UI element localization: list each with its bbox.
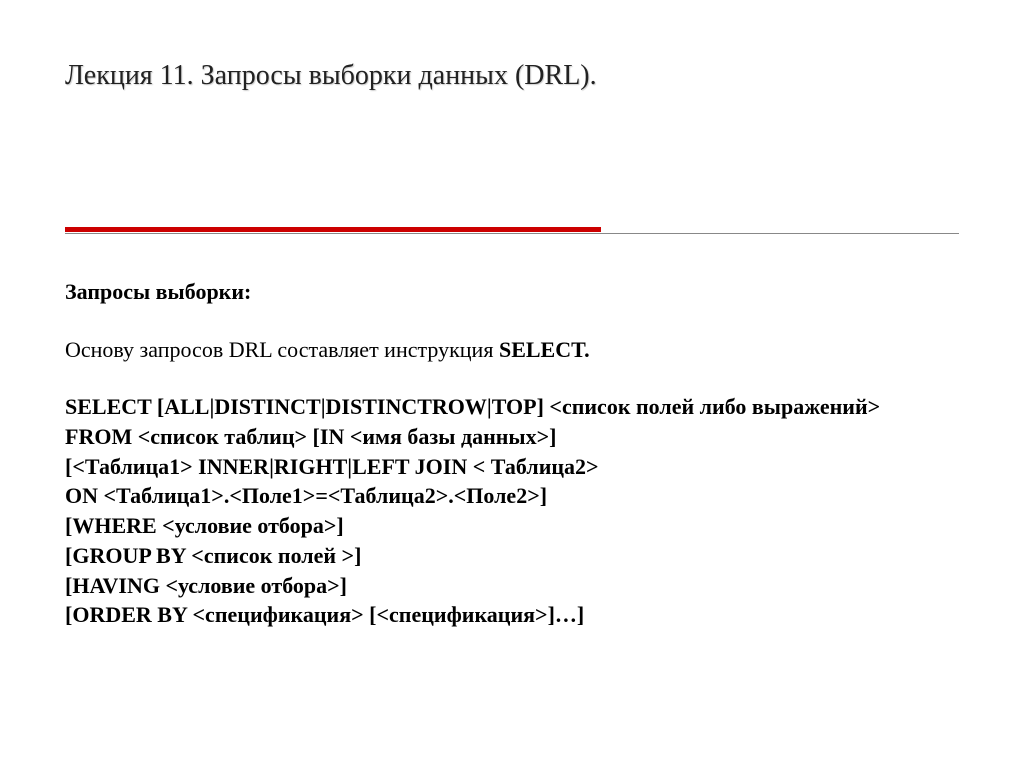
syntax-line-1: SELECT [ALL|DISTINCT|DISTINCTROW|TOP] <с… xyxy=(65,392,959,422)
intro-keyword: SELECT. xyxy=(499,337,590,362)
intro-line: Основу запросов DRL составляет инструкци… xyxy=(65,335,959,365)
content-body: Запросы выборки: Основу запросов DRL сос… xyxy=(65,277,959,630)
syntax-line-8: [ORDER BY <спецификация> [<спецификация>… xyxy=(65,600,959,630)
syntax-line-6: [GROUP BY <список полей >] xyxy=(65,541,959,571)
section-heading: Запросы выборки: xyxy=(65,277,959,307)
syntax-block: SELECT [ALL|DISTINCT|DISTINCTROW|TOP] <с… xyxy=(65,392,959,630)
divider xyxy=(65,227,959,237)
syntax-line-3: [<Таблица1> INNER|RIGHT|LEFT JOIN < Табл… xyxy=(65,452,959,482)
syntax-line-7: [HAVING <условие отбора>] xyxy=(65,571,959,601)
divider-thick xyxy=(65,227,601,232)
intro-text: Основу запросов DRL составляет инструкци… xyxy=(65,337,499,362)
syntax-line-2: FROM <список таблиц> [IN <имя базы данны… xyxy=(65,422,959,452)
slide-title: Лекция 11. Запросы выборки данных (DRL). xyxy=(65,60,959,92)
syntax-line-5: [WHERE <условие отбора>] xyxy=(65,511,959,541)
divider-thin xyxy=(65,233,959,234)
syntax-line-4: ON <Таблица1>.<Поле1>=<Таблица2>.<Поле2>… xyxy=(65,481,959,511)
